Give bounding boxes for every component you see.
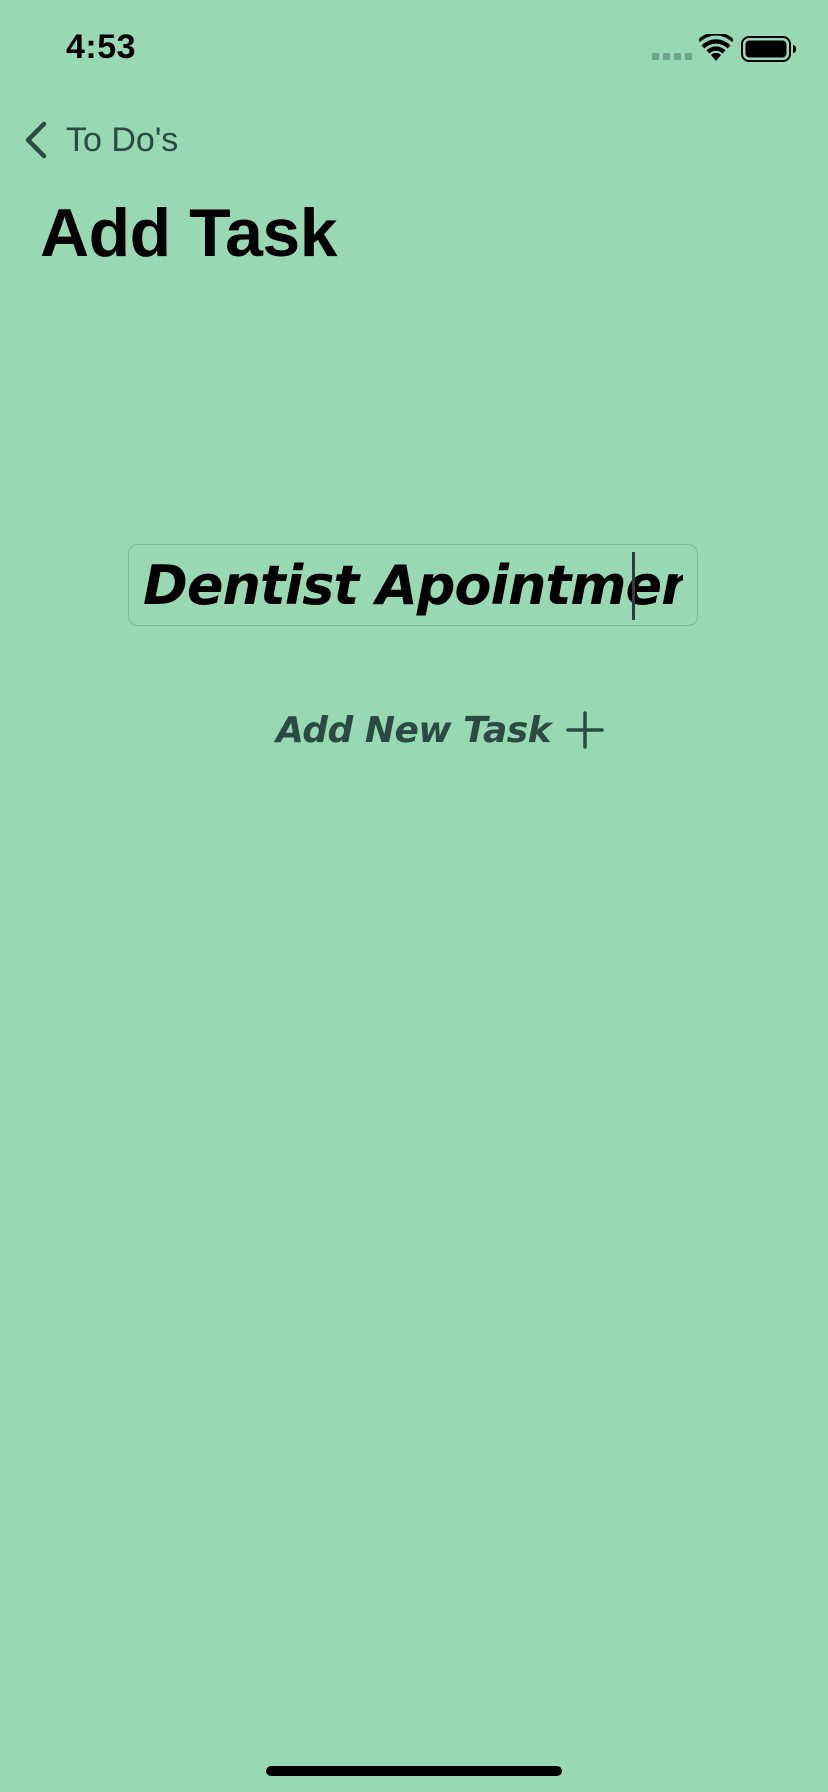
task-input-container [128,544,698,626]
home-indicator[interactable] [266,1766,562,1776]
page-title: Add Task [40,195,338,271]
back-button[interactable]: To Do's [22,116,178,164]
add-new-task-button[interactable]: Add New Task [276,704,605,756]
status-time: 4:53 [66,28,137,66]
battery-icon [741,36,796,62]
text-caret [632,552,635,620]
cellular-signal-icon [652,53,692,60]
task-name-input[interactable] [129,545,697,625]
wifi-icon [699,34,733,61]
add-new-task-label: Add New Task [276,709,552,751]
back-label: To Do's [66,121,179,159]
chevron-left-icon [25,121,47,159]
status-bar: 4:53 [0,0,828,100]
plus-icon [566,711,604,749]
